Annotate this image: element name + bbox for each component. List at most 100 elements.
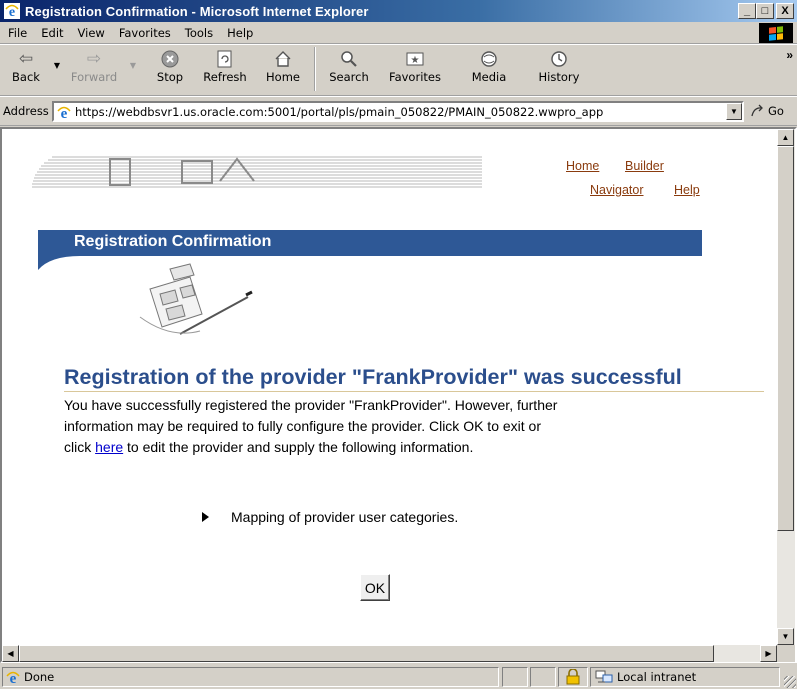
menu-tools[interactable]: Tools: [178, 26, 220, 40]
refresh-icon: [213, 48, 237, 70]
ie-status-icon: e: [6, 671, 20, 685]
toolbar-overflow-chevron[interactable]: »: [786, 48, 793, 62]
address-dropdown-icon[interactable]: ▼: [726, 103, 742, 120]
minimize-icon: _: [743, 5, 751, 17]
info-list-item: Mapping of provider user categories.: [202, 509, 458, 525]
info-list-item-text: Mapping of provider user categories.: [231, 509, 459, 525]
back-label: Back: [12, 70, 40, 84]
scroll-corner: [777, 645, 795, 662]
page-viewport: Home Builder Navigator Help Registration…: [2, 129, 777, 645]
address-label: Address: [3, 104, 49, 118]
status-text-cell: e Done: [2, 667, 499, 687]
here-link[interactable]: here: [95, 439, 123, 455]
zone-text: Local intranet: [617, 670, 697, 684]
bullet-triangle-icon: [202, 512, 209, 522]
media-icon: [477, 48, 501, 70]
windows-logo-icon: [759, 23, 793, 43]
svg-text:★: ★: [411, 55, 420, 66]
standard-toolbar: ⇦ Back ▼ ⇨ Forward ▼ Stop Refresh Home S…: [0, 44, 797, 96]
close-button[interactable]: X: [776, 3, 794, 19]
title-bar: e Registration Confirmation - Microsoft …: [0, 0, 797, 22]
stop-label: Stop: [156, 70, 184, 84]
message-line-2: information may be required to fully con…: [64, 418, 541, 434]
scroll-right-icon[interactable]: ▶: [760, 645, 777, 662]
status-blank-cell: [530, 667, 556, 687]
favorites-button[interactable]: ★ Favorites: [380, 45, 450, 93]
sketch-illustration: [139, 263, 253, 335]
home-link[interactable]: Home: [566, 159, 599, 173]
horizontal-scroll-thumb[interactable]: [19, 645, 714, 662]
stop-icon: [158, 48, 182, 70]
refresh-button[interactable]: Refresh: [196, 45, 254, 93]
menu-view[interactable]: View: [71, 26, 112, 40]
status-bar: e Done Local intranet: [0, 664, 797, 689]
toolbar-separator: [314, 47, 316, 91]
history-label: History: [538, 70, 580, 84]
forward-arrow-icon: ⇨: [86, 49, 102, 69]
media-label: Media: [471, 70, 507, 84]
message-line-3-suffix: to edit the provider and supply the foll…: [123, 439, 474, 455]
go-label: Go: [768, 104, 784, 118]
message-line-3-prefix: click: [64, 439, 96, 455]
address-input[interactable]: e https://webdbsvr1.us.oracle.com:5001/p…: [52, 101, 744, 122]
back-dropdown-icon[interactable]: ▼: [54, 61, 60, 70]
close-icon: X: [781, 5, 789, 17]
minimize-button[interactable]: _: [738, 3, 756, 19]
help-link[interactable]: Help: [674, 183, 700, 197]
ie-page-icon: e: [57, 106, 71, 120]
vertical-scroll-thumb[interactable]: [777, 146, 794, 531]
status-progress-cell: [502, 667, 528, 687]
forward-label: Forward: [70, 70, 118, 84]
builder-link[interactable]: Builder: [625, 159, 664, 173]
intranet-zone-icon: [595, 670, 613, 683]
resize-grip[interactable]: [784, 676, 796, 688]
search-label: Search: [329, 70, 369, 84]
status-text: Done: [24, 670, 55, 684]
favorites-icon: ★: [403, 48, 427, 70]
address-bar: Address e https://webdbsvr1.us.oracle.co…: [0, 96, 797, 126]
media-button[interactable]: Media: [464, 45, 514, 93]
go-button[interactable]: Go: [750, 104, 784, 118]
back-arrow-icon: ⇦: [18, 49, 34, 69]
search-icon: [337, 48, 361, 70]
home-button[interactable]: Home: [258, 45, 308, 93]
menu-file[interactable]: File: [0, 26, 34, 40]
menu-bar: File Edit View Favorites Tools Help: [0, 22, 797, 44]
menu-edit[interactable]: Edit: [34, 26, 70, 40]
back-button[interactable]: ⇦ Back ▼: [4, 45, 60, 93]
lock-icon[interactable]: [566, 669, 580, 685]
security-cell: [558, 667, 588, 687]
ok-button[interactable]: OK: [360, 574, 390, 601]
menu-favorites[interactable]: Favorites: [112, 26, 178, 40]
stop-button[interactable]: Stop: [146, 45, 194, 93]
maximize-button[interactable]: □: [756, 3, 774, 19]
navigator-link[interactable]: Navigator: [590, 183, 644, 197]
refresh-label: Refresh: [203, 70, 247, 84]
zone-cell: Local intranet: [590, 667, 780, 687]
history-icon: [547, 48, 571, 70]
address-url: https://webdbsvr1.us.oracle.com:5001/por…: [75, 104, 604, 119]
scroll-down-icon[interactable]: ▼: [777, 628, 794, 645]
horizontal-scrollbar[interactable]: ◀ ▶: [2, 645, 777, 662]
page-heading: Registration of the provider "FrankProvi…: [64, 365, 682, 389]
forward-button[interactable]: ⇨ Forward ▼: [64, 45, 136, 93]
go-arrow-icon: [751, 104, 763, 117]
vertical-scrollbar[interactable]: ▲ ▼: [777, 129, 795, 645]
scroll-up-icon[interactable]: ▲: [777, 129, 794, 146]
home-label: Home: [266, 70, 300, 84]
window-title: Registration Confirmation - Microsoft In…: [25, 3, 369, 19]
favorites-label: Favorites: [389, 70, 441, 84]
search-button[interactable]: Search: [322, 45, 376, 93]
banner-title: Registration Confirmation: [74, 233, 272, 250]
maximize-icon: □: [761, 5, 769, 17]
forward-dropdown-icon[interactable]: ▼: [130, 61, 136, 70]
history-button[interactable]: History: [532, 45, 586, 93]
ok-label: OK: [364, 579, 386, 596]
scroll-left-icon[interactable]: ◀: [2, 645, 19, 662]
heading-rule: [64, 391, 764, 392]
svg-text:e: e: [9, 5, 15, 19]
portal-logo-graphic: [32, 156, 482, 188]
confirmation-message: You have successfully registered the pro…: [64, 395, 684, 458]
home-icon: [271, 48, 295, 70]
menu-help[interactable]: Help: [220, 26, 260, 40]
